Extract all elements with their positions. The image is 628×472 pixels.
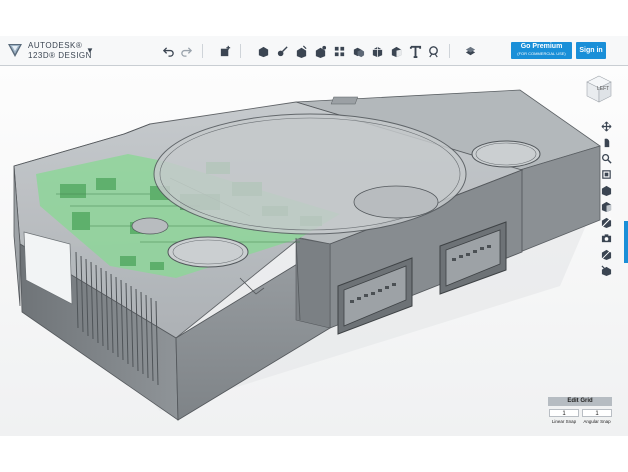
brand-name[interactable]: AUTODESK® 123D® DESIGN xyxy=(28,41,92,61)
snap-icon[interactable] xyxy=(425,43,441,59)
orbit-icon[interactable] xyxy=(597,134,615,150)
redo-icon[interactable] xyxy=(178,43,194,59)
linear-snap-label: Linear Snap xyxy=(551,419,577,424)
side-panel-handle[interactable] xyxy=(624,221,628,263)
sign-in-button[interactable]: Sign in xyxy=(576,42,606,59)
angular-snap-input[interactable]: 1 xyxy=(582,409,612,417)
3d-viewport[interactable]: LEFT Edit Grid 1 1 Linear Snap Angular S… xyxy=(0,66,628,436)
pan-icon[interactable] xyxy=(597,118,615,134)
visibility-icon[interactable] xyxy=(597,246,615,262)
toolbar-divider xyxy=(240,44,241,58)
brand-line2: 123D® DESIGN xyxy=(28,51,92,60)
camera-icon[interactable] xyxy=(597,230,615,246)
linear-snap-input[interactable]: 1 xyxy=(549,409,579,417)
text-icon[interactable] xyxy=(407,43,423,59)
fit-icon[interactable] xyxy=(597,166,615,182)
undo-icon[interactable] xyxy=(160,43,176,59)
edit-grid-panel: Edit Grid 1 1 Linear Snap Angular Snap xyxy=(548,397,612,428)
materials-icon[interactable] xyxy=(597,198,615,214)
go-premium-button[interactable]: Go Premium (FOR COMMERCIAL USE) xyxy=(511,42,572,59)
edit-grid-button[interactable]: Edit Grid xyxy=(548,397,612,406)
angular-snap-label: Angular Snap xyxy=(583,419,611,424)
view-mode-icon[interactable] xyxy=(597,182,615,198)
navigation-bar xyxy=(597,118,615,278)
toolbar-divider xyxy=(449,44,450,58)
brand-line1: AUTODESK® xyxy=(28,41,83,50)
group-icon[interactable] xyxy=(350,43,366,59)
chevron-down-icon[interactable]: ▼ xyxy=(86,46,94,55)
app-window: AUTODESK® 123D® DESIGN ▼ Go Premium (FOR… xyxy=(0,0,628,472)
bottom-area xyxy=(0,436,628,472)
sketch-icon[interactable] xyxy=(274,43,290,59)
go-premium-sublabel: (FOR COMMERCIAL USE) xyxy=(517,51,566,56)
toolbar-divider xyxy=(202,44,203,58)
zoom-icon[interactable] xyxy=(597,150,615,166)
pattern-icon[interactable] xyxy=(331,43,347,59)
console-model[interactable] xyxy=(0,66,628,436)
material-icon[interactable] xyxy=(462,43,478,59)
go-premium-label: Go Premium xyxy=(520,43,563,50)
settings-icon[interactable] xyxy=(597,262,615,278)
combine-icon[interactable] xyxy=(369,43,385,59)
new-primitive-icon[interactable] xyxy=(217,43,233,59)
modify-icon[interactable] xyxy=(312,43,328,59)
primitives-icon[interactable] xyxy=(255,43,271,59)
hide-icon[interactable] xyxy=(597,214,615,230)
measure-icon[interactable] xyxy=(388,43,404,59)
logo-icon xyxy=(8,44,22,57)
top-toolbar: AUTODESK® 123D® DESIGN ▼ Go Premium (FOR… xyxy=(0,36,628,66)
view-cube-face-label: LEFT xyxy=(597,86,610,92)
construct-icon[interactable] xyxy=(293,43,309,59)
